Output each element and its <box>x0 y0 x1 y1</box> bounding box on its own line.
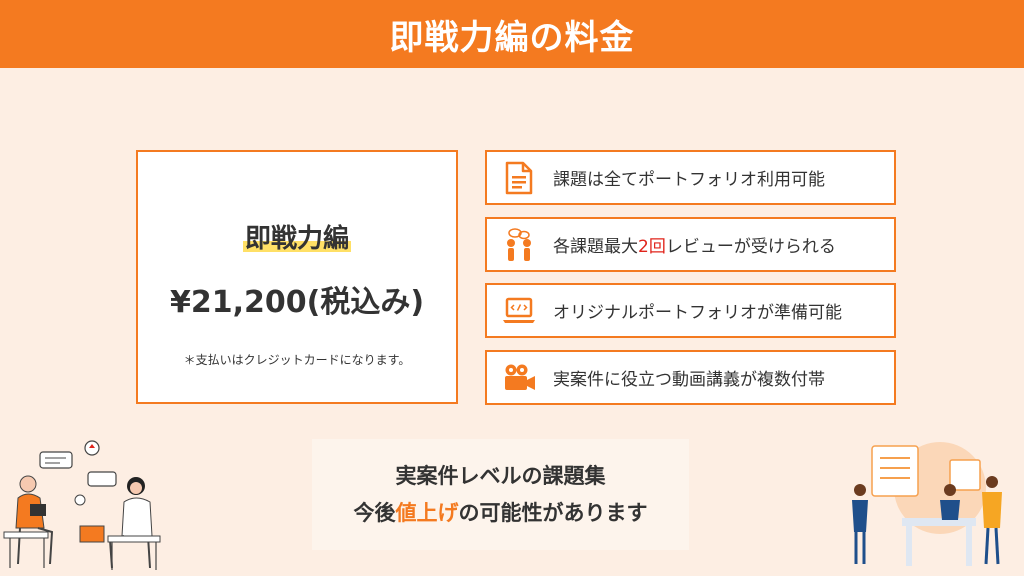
course-name: 即戦力編 <box>242 218 351 255</box>
feature-label: 各課題最大2回レビューが受けられる <box>553 237 836 257</box>
feature-item-video-lectures: 実案件に役立つ動画講義が複数付帯 <box>485 350 896 405</box>
feature-item-reviews: 各課題最大2回レビューが受けられる <box>485 217 896 272</box>
feature-item-original-portfolio: オリジナルポートフォリオが準備可能 <box>485 283 896 338</box>
feature-label: 実案件に役立つ動画講義が複数付帯 <box>553 370 825 390</box>
laptop-code-icon <box>501 293 537 329</box>
team-meeting-illustration <box>840 436 1024 576</box>
feature-item-portfolio-tasks: 課題は全てポートフォリオ利用可能 <box>485 150 896 205</box>
notice-line-2: 今後値上げの可能性があります <box>353 500 648 525</box>
discussion-illustration <box>0 436 175 576</box>
video-camera-icon <box>501 360 537 396</box>
feature-label: オリジナルポートフォリオが準備可能 <box>553 303 842 323</box>
notice-line-1: 実案件レベルの課題集 <box>395 463 606 488</box>
page-title: 即戦力編の料金 <box>389 17 635 58</box>
header-bar: 即戦力編の料金 <box>0 0 1024 68</box>
review-people-icon <box>501 227 537 263</box>
price: ¥21,200(税込み) <box>169 285 425 320</box>
price-card: 即戦力編 ¥21,200(税込み) ＊支払いはクレジットカードになります。 <box>136 150 458 404</box>
feature-label: 課題は全てポートフォリオ利用可能 <box>553 170 825 190</box>
document-icon <box>501 160 537 196</box>
payment-note: ＊支払いはクレジットカードになります。 <box>183 353 411 367</box>
notice-box: 実案件レベルの課題集 今後値上げの可能性があります <box>312 439 689 550</box>
